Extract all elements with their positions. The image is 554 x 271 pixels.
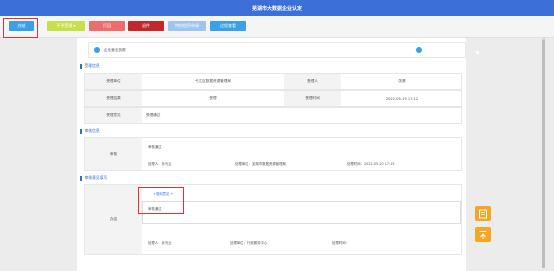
review-row: 审核 审核通过 处理人：孙光云 处理单位：芜湖市数据资源管理局 处理时间：202… (84, 137, 462, 171)
withdraw-button[interactable]: 退件 (128, 21, 164, 31)
top-arrow-icon[interactable] (475, 227, 491, 242)
license-label: 企业营业执照 (104, 47, 126, 52)
app-header: 芜湖市大数据企业认定 (0, 0, 554, 16)
accept-unit-label: 受理单位 (85, 74, 142, 89)
edit-doc-icon[interactable] (475, 206, 491, 221)
opinion-unit: 处理单位：行政服务中心 (230, 241, 268, 245)
review-unit: 处理单位：芜湖市数据资源管理局 (235, 162, 286, 166)
review-handler: 处理人：孙光云 (148, 162, 172, 166)
license-bar[interactable]: 企业营业执照 (88, 42, 466, 58)
action-toolbar: 办结 不予受理 ▾ 打回 退件 特别程序申请 过程查看 (0, 16, 554, 38)
opinion-highlight (138, 187, 184, 214)
opinion-time: 处理时间： (332, 241, 349, 245)
opinion-handler: 处理人：孙光云 (148, 241, 172, 245)
page-title: 芜湖市大数据企业认定 (251, 5, 302, 12)
accept-row-result: 受理结果 受理 受理时间 2022-05-19 17:12 (84, 90, 462, 107)
return-button[interactable]: 打回 (89, 21, 125, 31)
accept-section-title: 受理信息 (80, 63, 100, 69)
accept-opinion-label: 受理意见 (85, 108, 142, 123)
accept-opinion-value: 受理通过 (146, 113, 161, 117)
accept-person-value: 张婆 (398, 79, 406, 83)
scrollbar-thumb[interactable] (542, 40, 545, 268)
left-gutter (0, 38, 77, 271)
license-status-icon (94, 47, 100, 53)
accept-row-unit: 受理单位 弋江区数据资源管理局 受理人 张婆 (84, 73, 462, 90)
opinion-section-title: 审核意见填写 (80, 175, 107, 181)
review-section-title: 审核信息 (80, 128, 100, 134)
view-process-button[interactable]: 过程查看 (210, 21, 246, 31)
accept-time-value: 2022-05-19 17:12 (385, 96, 419, 101)
accept-time-label: 受理时间 (284, 91, 341, 106)
dot-marker (476, 51, 479, 54)
special-procedure-button[interactable]: 特别程序申请 (168, 21, 206, 31)
reject-dropdown-button[interactable]: 不予受理 ▾ (47, 21, 85, 31)
accept-row-opinion: 受理意见 受理通过 (84, 107, 462, 124)
review-status: 审核通过 (148, 145, 162, 149)
complete-button-highlight (3, 18, 38, 38)
review-time: 处理时间：2022-05-20 17:15 (347, 162, 395, 166)
expand-icon[interactable] (416, 47, 422, 53)
accept-unit-value: 弋江区数据资源管理局 (195, 79, 231, 83)
opinion-textarea[interactable]: 审核通过 (142, 201, 461, 224)
accept-result-value: 受理 (209, 96, 217, 100)
accept-result-label: 受理结果 (85, 91, 142, 106)
review-label: 审核 (85, 138, 142, 170)
accept-person-label: 受理人 (284, 74, 341, 89)
opinion-label: 办结 (85, 185, 142, 254)
